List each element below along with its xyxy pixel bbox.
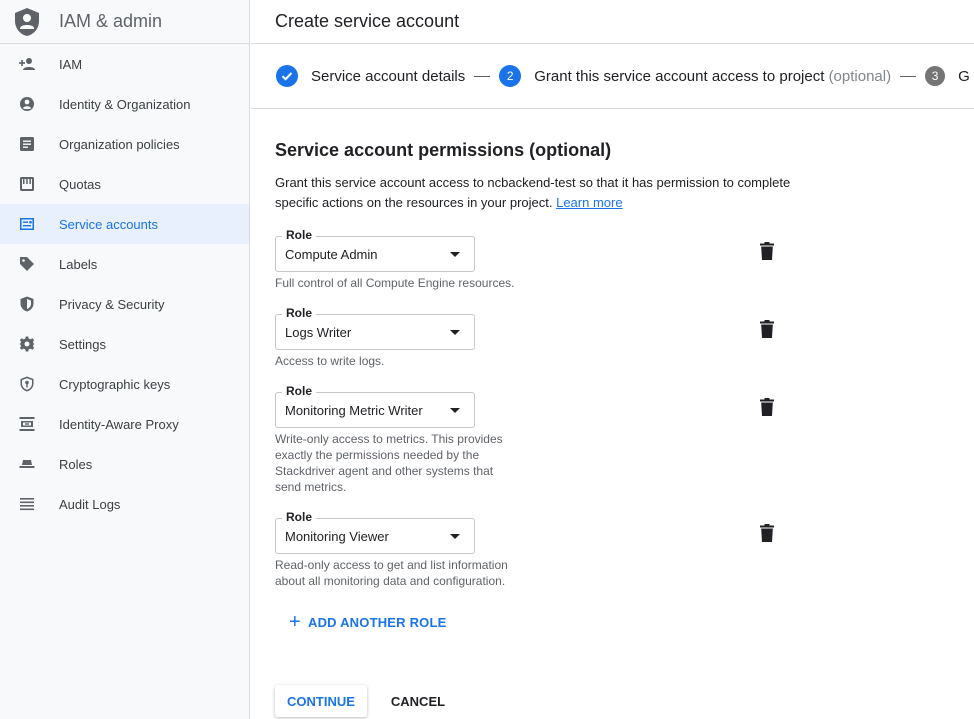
shield-icon bbox=[19, 296, 35, 312]
sidebar-item-label: Identity & Organization bbox=[59, 96, 191, 112]
role-help-text: Access to write logs. bbox=[275, 354, 385, 368]
list-lines-icon bbox=[19, 496, 35, 512]
roles-hat-icon bbox=[19, 456, 35, 472]
page-header: Create service account bbox=[251, 0, 974, 44]
sidebar-item-identity-aware-proxy[interactable]: Identity-Aware Proxy bbox=[0, 404, 249, 444]
key-shield-icon bbox=[19, 376, 35, 392]
sidebar-item-privacy-security[interactable]: Privacy & Security bbox=[0, 284, 249, 324]
step-2-title: Grant this service account access to pro… bbox=[534, 67, 825, 85]
label-tag-icon bbox=[19, 256, 35, 272]
sidebar-item-label: Cryptographic keys bbox=[59, 376, 171, 392]
role-help-text: Full control of all Compute Engine resou… bbox=[275, 276, 515, 290]
sidebar-item-label: Organization policies bbox=[59, 136, 180, 152]
proxy-icon bbox=[19, 416, 35, 432]
sidebar-item-label: Settings bbox=[59, 336, 106, 352]
sidebar-item-iam[interactable]: IAM bbox=[0, 44, 249, 84]
app-title: IAM & admin bbox=[59, 11, 163, 31]
section-description: Grant this service account access to ncb… bbox=[275, 173, 795, 213]
role-field-label: Role bbox=[282, 228, 317, 242]
main-content: Create service account Service account d… bbox=[251, 0, 974, 719]
role-field-label: Role bbox=[282, 510, 317, 524]
delete-trash-icon[interactable] bbox=[760, 524, 774, 542]
role-help-text: Read-only access to get and list informa… bbox=[275, 558, 508, 588]
step-2-number: 2 bbox=[499, 65, 522, 87]
sidebar-item-label: Identity-Aware Proxy bbox=[59, 416, 179, 432]
sidebar-item-label: Privacy & Security bbox=[59, 296, 165, 312]
sidebar-item-labels[interactable]: Labels bbox=[0, 244, 249, 284]
role-select-value: Logs Writer bbox=[285, 325, 352, 340]
role-select-value: Monitoring Metric Writer bbox=[285, 403, 423, 418]
sidebar-item-label: Labels bbox=[59, 256, 98, 272]
role-field-label: Role bbox=[282, 384, 317, 398]
page-title: Create service account bbox=[275, 11, 460, 31]
add-another-role-button[interactable]: + ADD ANOTHER ROLE bbox=[289, 611, 974, 633]
service-account-icon bbox=[19, 216, 35, 232]
check-icon bbox=[276, 65, 298, 87]
sidebar-item-label: Quotas bbox=[59, 176, 101, 192]
shield-person-logo-icon bbox=[14, 7, 40, 37]
step-3-number: 3 bbox=[925, 66, 946, 86]
sidebar-item-label: IAM bbox=[59, 56, 83, 72]
sidebar-header: IAM & admin bbox=[0, 0, 249, 44]
sidebar-item-settings[interactable]: Settings bbox=[0, 324, 249, 364]
sidebar-item-cryptographic-keys[interactable]: Cryptographic keys bbox=[0, 364, 249, 404]
dropdown-arrow-icon bbox=[450, 534, 460, 539]
role-row: Role Monitoring Metric Writer Write-only… bbox=[275, 384, 974, 495]
role-row: Role Compute Admin Full control of all C… bbox=[275, 228, 974, 291]
step-1-label[interactable]: Service account details bbox=[311, 68, 465, 85]
person-add-icon bbox=[19, 56, 35, 72]
dropdown-arrow-icon bbox=[450, 408, 460, 413]
sidebar: IAM & admin IAM Identity & Organization … bbox=[0, 0, 250, 719]
permissions-section: Service account permissions (optional) G… bbox=[251, 109, 974, 633]
role-select-value: Compute Admin bbox=[285, 247, 378, 262]
learn-more-link[interactable]: Learn more bbox=[556, 195, 622, 210]
step-separator bbox=[900, 75, 917, 77]
delete-trash-icon[interactable] bbox=[760, 242, 774, 260]
cancel-button[interactable]: CANCEL bbox=[379, 685, 457, 717]
stepper: Service account details 2 Grant this ser… bbox=[251, 44, 974, 109]
sidebar-item-organization-policies[interactable]: Organization policies bbox=[0, 124, 249, 164]
step-2-label[interactable]: Grant this service account access to pro… bbox=[534, 68, 891, 85]
description-text: Grant this service account access to ncb… bbox=[275, 175, 791, 210]
sidebar-item-label: Roles bbox=[59, 456, 93, 472]
sidebar-item-audit-logs[interactable]: Audit Logs bbox=[0, 484, 249, 524]
role-field-label: Role bbox=[282, 306, 317, 320]
dropdown-arrow-icon bbox=[450, 252, 460, 257]
plus-icon: + bbox=[289, 611, 301, 633]
role-help-text: Write-only access to metrics. This provi… bbox=[275, 432, 503, 494]
sidebar-item-service-accounts[interactable]: Service accounts bbox=[0, 204, 249, 244]
step-separator bbox=[474, 75, 491, 77]
quota-icon bbox=[19, 176, 35, 192]
account-circle-icon bbox=[19, 96, 35, 112]
delete-trash-icon[interactable] bbox=[760, 320, 774, 338]
role-select-value: Monitoring Viewer bbox=[285, 529, 389, 544]
sidebar-item-label: Audit Logs bbox=[59, 496, 121, 512]
sidebar-item-quotas[interactable]: Quotas bbox=[0, 164, 249, 204]
sidebar-item-roles[interactable]: Roles bbox=[0, 444, 249, 484]
add-role-label: ADD ANOTHER ROLE bbox=[308, 614, 447, 630]
role-row: Role Logs Writer Access to write logs. bbox=[275, 306, 974, 369]
delete-trash-icon[interactable] bbox=[760, 398, 774, 416]
role-select[interactable]: Role Monitoring Metric Writer bbox=[275, 384, 475, 428]
gear-icon bbox=[19, 336, 35, 352]
sidebar-item-label: Service accounts bbox=[59, 216, 158, 232]
role-select[interactable]: Role Monitoring Viewer bbox=[275, 510, 475, 554]
role-row: Role Monitoring Viewer Read-only access … bbox=[275, 510, 974, 589]
document-list-icon bbox=[19, 136, 35, 152]
role-select[interactable]: Role Compute Admin bbox=[275, 228, 475, 272]
step-2-optional: (optional) bbox=[828, 67, 892, 85]
dropdown-arrow-icon bbox=[450, 330, 460, 335]
section-title: Service account permissions (optional) bbox=[275, 140, 612, 160]
step-3-label[interactable]: G bbox=[958, 68, 970, 85]
sidebar-item-identity-organization[interactable]: Identity & Organization bbox=[0, 84, 249, 124]
form-actions: CONTINUE CANCEL bbox=[275, 685, 457, 717]
role-select[interactable]: Role Logs Writer bbox=[275, 306, 475, 350]
continue-button[interactable]: CONTINUE bbox=[275, 685, 367, 717]
